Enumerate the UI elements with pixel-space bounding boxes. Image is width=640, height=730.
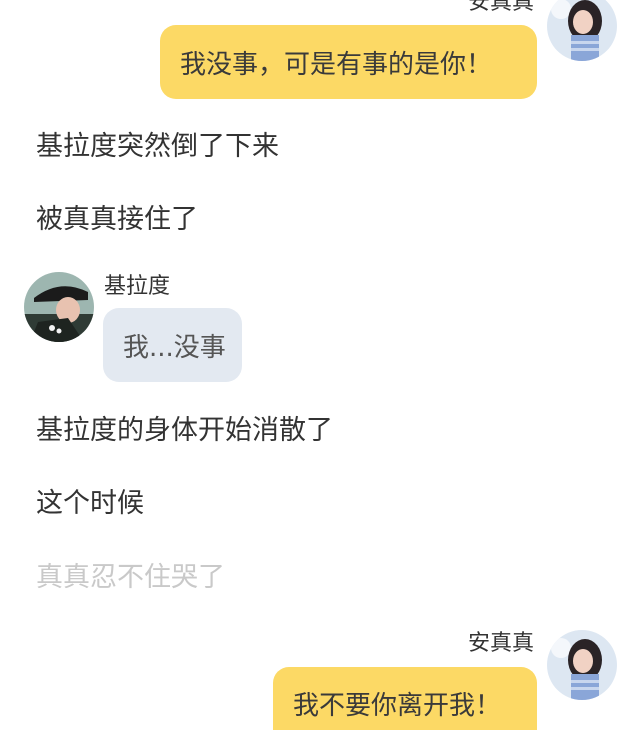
character-message-bubble[interactable]: 我...没事 [103, 308, 242, 382]
sender-name: 基拉度 [104, 274, 171, 299]
narration-text: 这个时候 [36, 488, 144, 519]
narration-text-faded: 真真忍不住哭了 [36, 562, 225, 593]
user-message-bubble[interactable]: 我没事，可是有事的是你！ [160, 25, 537, 99]
character-avatar-icon[interactable] [24, 272, 94, 342]
user-avatar-icon[interactable] [547, 0, 617, 61]
narration-text: 基拉度突然倒了下来 [36, 131, 279, 162]
narration-text: 基拉度的身体开始消散了 [36, 415, 333, 446]
user-message-bubble[interactable]: 我不要你离开我！ [273, 667, 537, 730]
sender-name: 安真真 [468, 631, 535, 656]
narration-text: 被真真接住了 [36, 204, 198, 235]
user-avatar-icon[interactable] [547, 630, 617, 700]
sender-name: 安真真 [468, 0, 535, 15]
